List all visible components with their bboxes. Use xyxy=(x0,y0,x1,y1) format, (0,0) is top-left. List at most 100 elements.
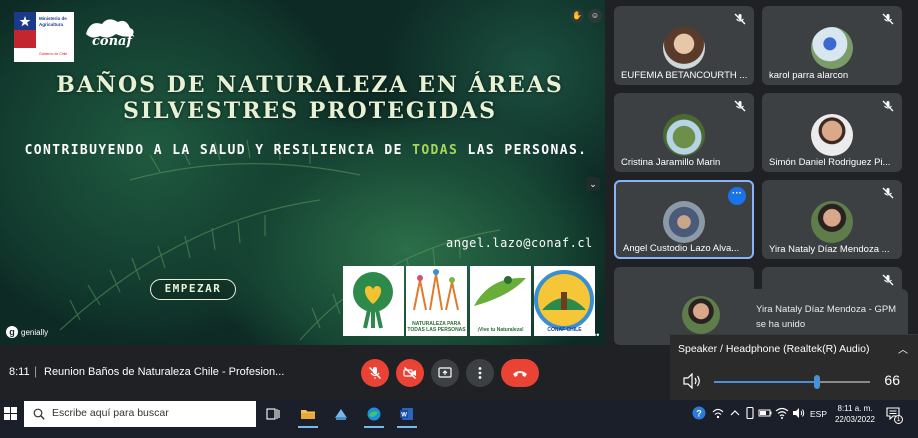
notification-count-badge: 1 xyxy=(894,415,903,424)
participant-name: karol parra alarcon xyxy=(769,70,849,81)
subtitle-part-2: LAS PERSONAS. xyxy=(458,143,588,158)
participant-name: Simón Daniel Rodriguez Pi... xyxy=(769,157,891,168)
logo-caption: NATURALEZA PARA TODAS LAS PERSONAS xyxy=(407,321,466,333)
active-app-indicator xyxy=(298,426,318,428)
avatar xyxy=(663,114,705,156)
presentation-subtitle: CONTRIBUYENDO A LA SALUD Y RESILIENCIA D… xyxy=(12,142,600,160)
more-options-button[interactable] xyxy=(466,359,494,387)
title-line-1: BAÑOS DE NATURALEZA EN ÁREAS xyxy=(56,72,564,98)
hang-up-icon xyxy=(513,371,527,377)
photos-icon xyxy=(335,409,347,420)
camera-off-icon xyxy=(403,366,417,380)
avatar xyxy=(811,27,853,69)
search-input[interactable] xyxy=(52,407,252,419)
ministry-agriculture-logo: Ministerio de Agricultura Gobierno de Ch… xyxy=(14,12,74,62)
naturaleza-para-todas-logo: NATURALEZA PARA TODAS LAS PERSONAS xyxy=(406,266,467,336)
title-line-2: SILVESTRES PROTEGIDAS xyxy=(123,98,497,124)
taskbar-search[interactable] xyxy=(24,401,256,427)
mic-off-icon xyxy=(882,100,894,112)
mic-off-icon xyxy=(882,274,894,286)
more-options-icon[interactable]: ··· xyxy=(728,187,746,205)
file-explorer-button[interactable] xyxy=(293,400,323,428)
chevron-down-icon[interactable]: ⌄ xyxy=(586,177,600,191)
participant-tile[interactable]: Yira Nataly Díaz Mendoza ... xyxy=(762,180,902,259)
folder-icon xyxy=(301,410,315,419)
meeting-time: 8:11 xyxy=(9,366,30,378)
active-app-indicator xyxy=(397,426,417,428)
volume-slider[interactable] xyxy=(714,375,870,389)
conaf-logo-text: conaf xyxy=(92,34,133,49)
search-icon xyxy=(33,408,45,420)
logo-caption: ¡Vive tu Naturaleza! xyxy=(477,327,524,333)
volume-icon[interactable] xyxy=(792,406,806,420)
camera-toggle-button[interactable] xyxy=(396,359,424,387)
start-button[interactable] xyxy=(0,400,24,428)
windows-taskbar: W ? ESP 8:11 a. m. 22/03/2022 1 xyxy=(0,400,918,438)
participant-tile[interactable]: Cristina Jaramillo Marin xyxy=(614,93,754,172)
present-screen-button[interactable] xyxy=(431,359,459,387)
edge-browser-button[interactable] xyxy=(359,400,389,428)
logo-caption: CONAF CHILE xyxy=(547,327,582,333)
contact-email: angel.lazo@conaf.cl xyxy=(446,236,593,250)
more-vertical-icon xyxy=(478,367,482,379)
vive-tu-naturaleza-logo: ¡Vive tu Naturaleza! xyxy=(470,266,531,336)
wifi-icon[interactable] xyxy=(775,406,789,420)
audio-device-name[interactable]: Speaker / Headphone (Realtek(R) Audio) xyxy=(678,343,869,355)
present-screen-icon xyxy=(438,367,452,378)
task-view-icon xyxy=(266,408,280,420)
help-icon[interactable]: ? xyxy=(692,406,706,420)
toast-message: Yira Nataly Díaz Mendoza - GPM se ha uni… xyxy=(756,304,897,330)
chevron-up-icon[interactable]: ︿ xyxy=(898,341,908,356)
genially-badge: g genially xyxy=(6,326,48,338)
volume-flyout: Speaker / Headphone (Realtek(R) Audio) ︿… xyxy=(670,334,918,400)
volume-slider-thumb[interactable] xyxy=(813,375,820,389)
input-language[interactable]: ESP xyxy=(810,409,827,419)
task-view-button[interactable] xyxy=(258,400,288,428)
network-icon[interactable] xyxy=(711,406,725,420)
mic-off-icon xyxy=(734,13,746,25)
phone-link-icon[interactable] xyxy=(743,406,757,420)
participant-tile[interactable]: Simón Daniel Rodriguez Pi... xyxy=(762,93,902,172)
svg-text:?: ? xyxy=(696,409,702,419)
speaker-icon[interactable] xyxy=(682,373,704,389)
start-button[interactable]: EMPEZAR xyxy=(150,279,236,300)
windows-logo-icon xyxy=(4,407,17,420)
heart-tree-logo xyxy=(343,266,404,336)
end-call-button[interactable] xyxy=(501,359,539,387)
avatar xyxy=(811,201,853,243)
participant-name: Yira Nataly Díaz Mendoza ... xyxy=(769,244,890,255)
mic-off-icon xyxy=(882,187,894,199)
mic-off-icon xyxy=(368,366,382,380)
meeting-title: Reunion Baños de Naturaleza Chile - Prof… xyxy=(44,366,285,378)
battery-icon[interactable] xyxy=(758,406,772,420)
photos-app-button[interactable] xyxy=(326,400,356,428)
participant-tile[interactable]: karol parra alarcon xyxy=(762,6,902,85)
participant-tile[interactable]: EUFEMIA BETANCOURTH ... xyxy=(614,6,754,85)
mic-off-icon xyxy=(882,13,894,25)
more-icon[interactable]: ••• xyxy=(590,330,599,340)
system-clock[interactable]: 8:11 a. m. 22/03/2022 xyxy=(834,403,876,425)
ministry-logo-text: Ministerio de Agricultura xyxy=(39,16,67,27)
participant-name: EUFEMIA BETANCOURTH ... xyxy=(621,70,748,81)
meeting-title-separator: | xyxy=(34,364,38,378)
chevron-up-icon[interactable] xyxy=(728,406,742,420)
reaction-icon[interactable]: ☺ xyxy=(588,9,602,23)
word-app-button[interactable]: W xyxy=(392,400,422,428)
participant-name: Angel Custodio Lazo Alva... xyxy=(623,243,740,254)
avatar xyxy=(663,201,705,243)
edge-icon xyxy=(367,407,381,421)
government-logo-text: Gobierno de Chile xyxy=(39,52,68,56)
meeting-controls-bar: 8:11 | Reunion Baños de Naturaleza Chile… xyxy=(0,345,670,400)
hand-icon[interactable]: ✋ xyxy=(570,9,584,23)
presentation-area[interactable]: Ministerio de Agricultura Gobierno de Ch… xyxy=(0,0,605,345)
word-icon: W xyxy=(400,408,413,420)
genially-label: genially xyxy=(21,327,49,337)
screen: Ministerio de Agricultura Gobierno de Ch… xyxy=(0,0,918,438)
active-app-indicator xyxy=(364,426,384,428)
avatar xyxy=(682,296,720,334)
participant-tile-active[interactable]: ··· Angel Custodio Lazo Alva... xyxy=(614,180,754,259)
avatar xyxy=(663,27,705,69)
microphone-toggle-button[interactable] xyxy=(361,359,389,387)
conaf-chile-badge-logo: CONAF CHILE xyxy=(534,266,595,336)
participant-name: Cristina Jaramillo Marin xyxy=(621,157,721,168)
